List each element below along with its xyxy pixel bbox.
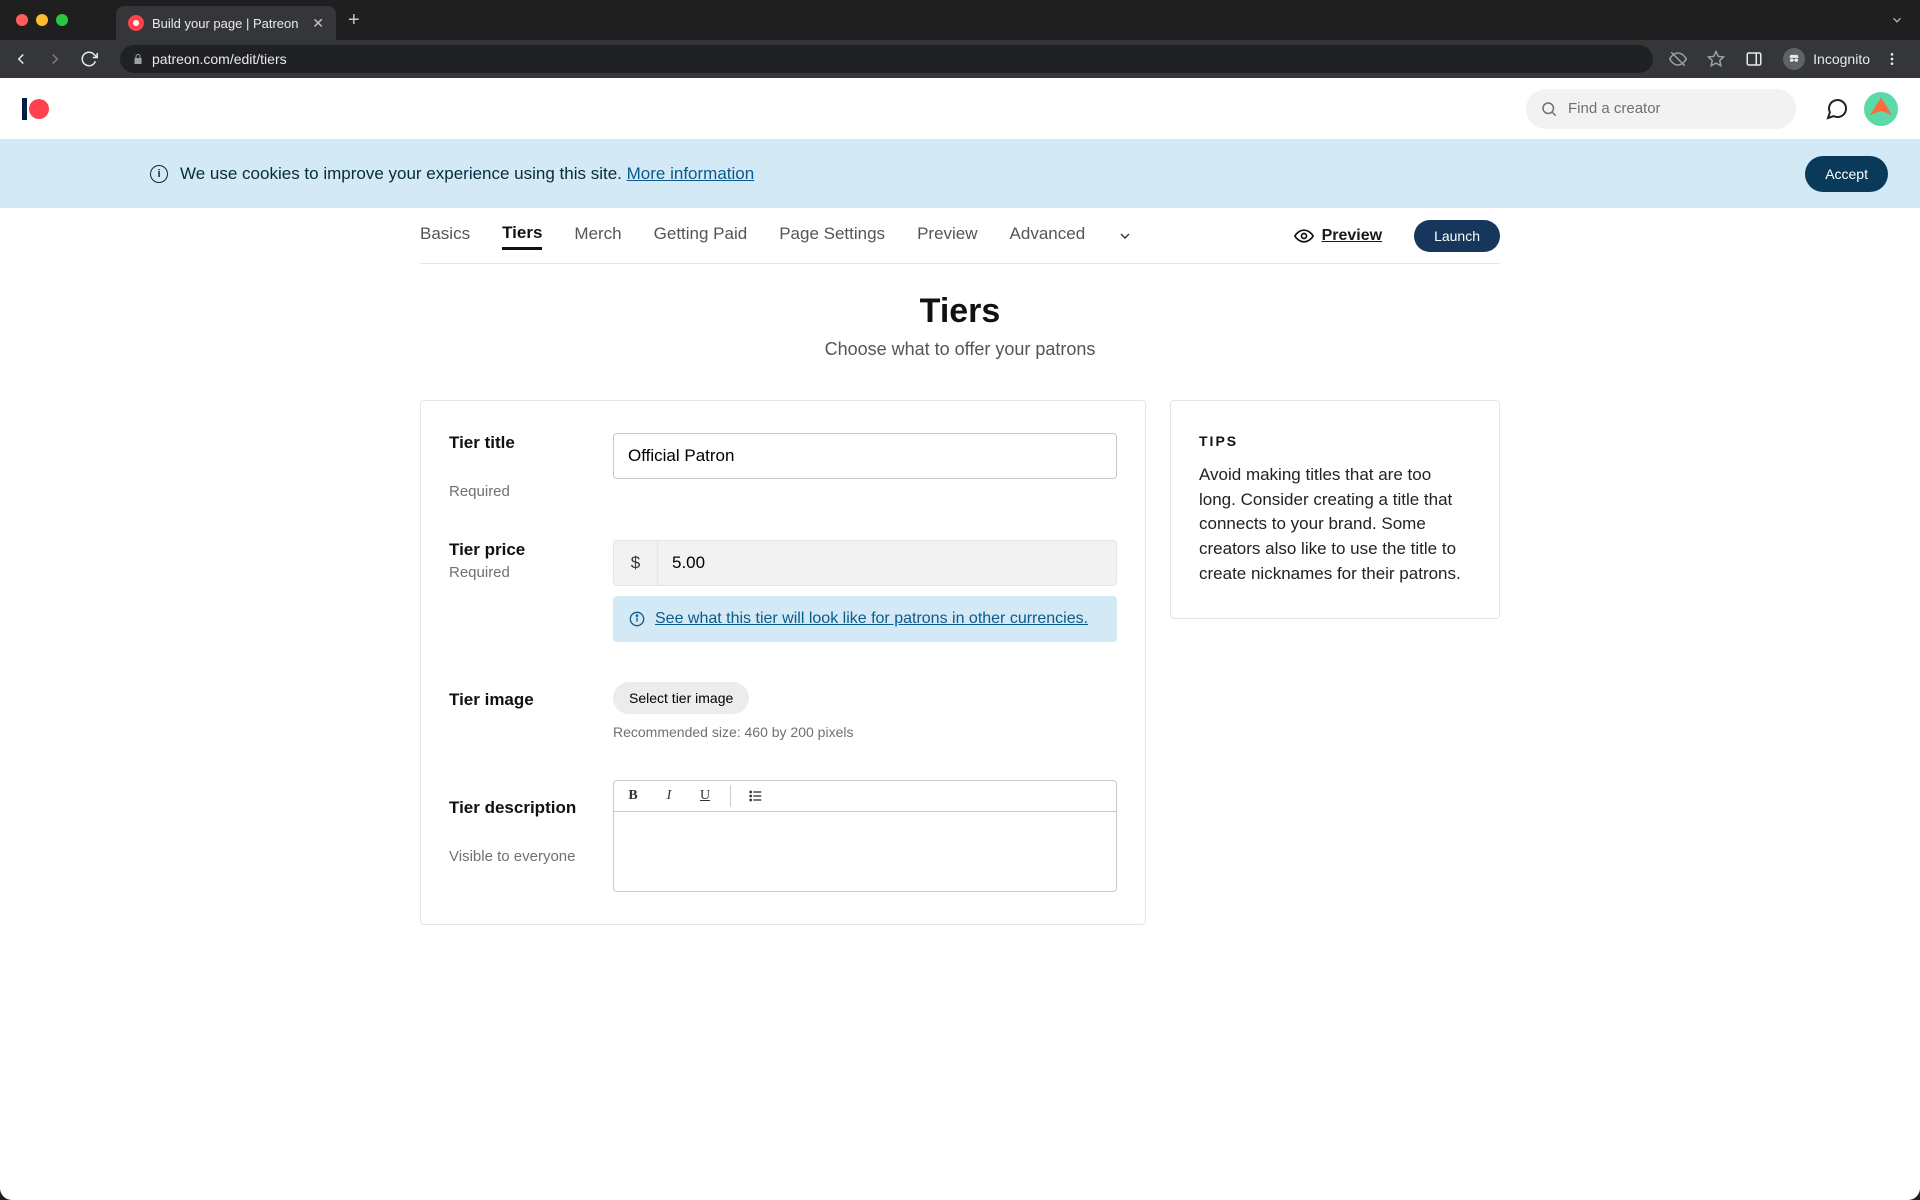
search-icon (1540, 100, 1558, 118)
close-tab-button[interactable]: ✕ (312, 15, 324, 32)
forward-button[interactable] (46, 50, 70, 68)
maximize-window-button[interactable] (56, 14, 68, 26)
cookie-accept-button[interactable]: Accept (1805, 156, 1888, 192)
tab-strip: Build your page | Patreon ✕ + (0, 0, 1920, 40)
page-content: i We use cookies to improve your experie… (0, 78, 1920, 1200)
currency-symbol: $ (613, 540, 657, 586)
page-tabs: Basics Tiers Merch Getting Paid Page Set… (420, 208, 1500, 264)
tier-price-input[interactable] (657, 540, 1117, 586)
tab-basics[interactable]: Basics (420, 224, 470, 248)
tier-title-required: Required (449, 483, 589, 500)
search-input[interactable] (1568, 100, 1782, 117)
page-subtitle: Choose what to offer your patrons (420, 339, 1500, 360)
bold-button[interactable]: B (622, 785, 644, 807)
info-icon (629, 611, 645, 627)
tips-card: TIPS Avoid making titles that are too lo… (1170, 400, 1500, 619)
tab-getting-paid[interactable]: Getting Paid (654, 224, 748, 248)
cookie-banner: i We use cookies to improve your experie… (0, 140, 1920, 208)
kebab-menu-button[interactable] (1884, 51, 1908, 67)
tier-price-required: Required (449, 564, 589, 581)
tier-image-row: Tier image Select tier image Recommended… (449, 682, 1117, 740)
avatar[interactable] (1864, 92, 1898, 126)
tier-title-input[interactable] (613, 433, 1117, 479)
tab-page-settings[interactable]: Page Settings (779, 224, 885, 248)
cookie-text: We use cookies to improve your experienc… (180, 164, 622, 183)
browser-window: Build your page | Patreon ✕ + patreon.co… (0, 0, 1920, 1200)
new-tab-button[interactable]: + (336, 9, 372, 32)
close-window-button[interactable] (16, 14, 28, 26)
tier-price-row: Tier price Required $ (449, 540, 1117, 642)
select-tier-image-button[interactable]: Select tier image (613, 682, 749, 714)
tab-overflow-button[interactable] (1890, 13, 1910, 27)
eye-icon (1294, 226, 1314, 246)
currency-info-link[interactable]: See what this tier will look like for pa… (655, 610, 1088, 628)
tabs-overflow-button[interactable] (1117, 228, 1133, 244)
favicon-icon (128, 15, 144, 31)
tier-description-hint: Visible to everyone (449, 848, 589, 865)
preview-link[interactable]: Preview (1294, 226, 1382, 246)
tips-body: Avoid making titles that are too long. C… (1199, 463, 1471, 586)
tier-description-editor[interactable] (613, 812, 1117, 892)
site-header (0, 78, 1920, 140)
page-title: Tiers (420, 292, 1500, 331)
lock-icon (132, 53, 144, 65)
main-area: Tiers Choose what to offer your patrons … (410, 264, 1510, 925)
tier-description-row: Tier description Visible to everyone B I… (449, 780, 1117, 892)
browser-tab[interactable]: Build your page | Patreon ✕ (116, 6, 336, 40)
tab-merch[interactable]: Merch (574, 224, 621, 248)
minimize-window-button[interactable] (36, 14, 48, 26)
preview-label: Preview (1322, 227, 1382, 245)
tier-title-row: Tier title Required (449, 433, 1117, 500)
tier-title-label: Tier title (449, 433, 589, 453)
bullet-list-button[interactable] (745, 785, 767, 807)
avatar-image (1870, 98, 1892, 120)
italic-button[interactable]: I (658, 785, 680, 807)
tier-image-hint: Recommended size: 460 by 200 pixels (613, 724, 1117, 740)
sidepanel-icon[interactable] (1745, 50, 1769, 68)
cookie-more-link[interactable]: More information (627, 164, 755, 183)
underline-button[interactable]: U (694, 785, 716, 807)
tier-price-label: Tier price (449, 540, 589, 560)
tracking-icon[interactable] (1669, 50, 1693, 68)
url-text: patreon.com/edit/tiers (152, 51, 287, 67)
info-icon: i (150, 165, 168, 183)
patreon-logo[interactable] (22, 98, 49, 120)
address-bar[interactable]: patreon.com/edit/tiers (120, 45, 1653, 73)
tab-title: Build your page | Patreon (152, 16, 304, 31)
incognito-icon (1783, 48, 1805, 70)
incognito-badge[interactable]: Incognito (1783, 48, 1870, 70)
launch-button[interactable]: Launch (1414, 220, 1500, 252)
messages-icon[interactable] (1824, 96, 1850, 122)
incognito-label: Incognito (1813, 51, 1870, 67)
tier-form-card: Tier title Required Tier price Required (420, 400, 1146, 925)
toolbar-divider (730, 785, 731, 807)
search-field[interactable] (1526, 89, 1796, 129)
bookmark-icon[interactable] (1707, 50, 1731, 68)
browser-toolbar: patreon.com/edit/tiers Incognito (0, 40, 1920, 78)
reload-button[interactable] (80, 50, 104, 68)
tab-advanced[interactable]: Advanced (1010, 224, 1086, 248)
back-button[interactable] (12, 50, 36, 68)
tier-image-label: Tier image (449, 690, 589, 710)
tips-heading: TIPS (1199, 433, 1471, 449)
window-controls (10, 14, 76, 26)
tab-tiers[interactable]: Tiers (502, 223, 542, 250)
tier-description-label: Tier description (449, 798, 589, 818)
tab-preview[interactable]: Preview (917, 224, 977, 248)
currency-info-banner: See what this tier will look like for pa… (613, 596, 1117, 642)
editor-toolbar: B I U (613, 780, 1117, 812)
